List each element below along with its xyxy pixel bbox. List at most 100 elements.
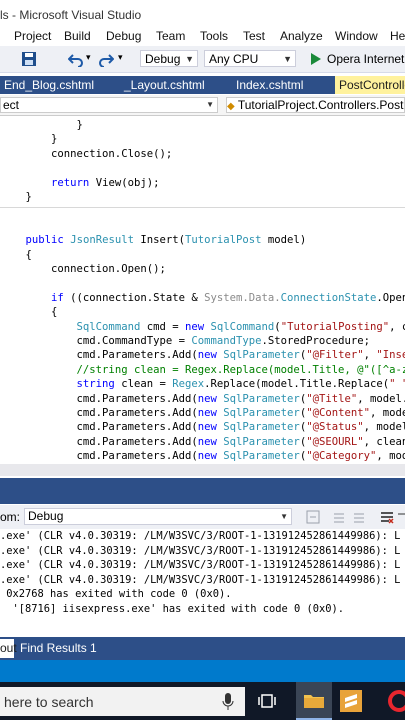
tab-label: out [0,641,17,655]
code-token: SqlParameter [223,392,300,405]
editor-horizontal-scrollbar[interactable] [0,464,405,476]
code-token: cmd.Parameters.Add( [76,450,198,463]
code-token: "@Category" [306,450,377,463]
chevron-down-icon: ▼ [206,100,214,109]
code-token: SqlParameter [223,349,300,362]
menu-tools[interactable]: Tools [200,29,228,43]
tab-find-results[interactable]: Find Results 1 [16,639,97,658]
code-token: new [197,450,217,463]
menu-project[interactable]: Project [14,29,51,43]
tab-output[interactable]: out [0,639,17,658]
code-token: cmd.Parameters.Add( [76,392,198,405]
menu-bar: Project Build Debug Team Tools Test Anal… [0,26,405,46]
code-line: if ((connection.State & System.Data.Conn… [0,291,405,305]
find-message-icon[interactable] [306,510,320,524]
tab-index[interactable]: Index.cshtml [232,76,331,94]
code-token: "@Status" [306,421,364,434]
solution-configuration-dropdown[interactable]: Debug ▼ [140,50,198,67]
task-view-icon[interactable] [258,693,276,709]
code-line: public JsonResult Insert(TutorialPost mo… [0,233,307,247]
code-token: TutorialPost [185,234,262,247]
save-icon[interactable] [22,52,36,66]
window-title: ls - Microsoft Visual Studio [0,8,142,22]
code-token: "@Content" [306,407,370,419]
taskbar-search-box[interactable]: here to search [0,687,245,716]
folder-icon [304,695,324,708]
type-dropdown[interactable]: ◆ TutorialProject.Controllers.PostCon [226,97,405,113]
clear-all-icon[interactable] [380,510,394,524]
code-line: return View(obj); [0,176,159,190]
code-token: .Open) [376,291,405,304]
redo-dropdown-icon[interactable]: ▾ [118,52,123,63]
code-token: .Replace(model.Title.Replace( [204,378,390,391]
menu-build[interactable]: Build [64,29,91,43]
next-message-icon[interactable] [352,510,366,524]
platform-value: Any CPU [209,52,259,66]
output-pane[interactable]: .exe' (CLR v4.0.30319: /LM/W3SVC/3/ROOT-… [0,529,405,637]
code-token: , clean) [363,435,405,448]
tab-post-controller[interactable]: PostControlle [335,76,405,94]
opera-icon [388,690,405,712]
undo-dropdown-icon[interactable]: ▾ [86,52,91,63]
tab-label: Find Results 1 [20,641,97,655]
code-token: new [197,407,217,419]
code-token: ConnectionState [280,291,377,304]
code-token: SqlCommand [76,320,141,333]
tab-end-blog[interactable]: End_Blog.cshtml [0,76,114,94]
output-source-value: Debug [28,509,64,523]
previous-message-icon[interactable] [332,510,346,524]
code-token: SqlParameter [223,435,300,448]
output-line: .exe' (CLR v4.0.30319: /LM/W3SVC/3/ROOT-… [0,559,401,571]
code-editor[interactable]: } } connection.Close(); return View(obj)… [0,116,405,464]
start-debugging-button[interactable]: Opera Internet B [327,52,405,66]
project-dropdown[interactable]: ect ▼ [0,97,218,113]
menu-test[interactable]: Test [243,29,265,43]
file-explorer-taskbar-button[interactable] [296,682,332,720]
menu-team[interactable]: Team [156,29,185,43]
code-token: , model [369,407,405,419]
opera-taskbar-button[interactable] [388,690,405,712]
code-token: System.Data. [204,291,281,304]
output-source-dropdown[interactable]: Debug ▼ [24,508,292,525]
microphone-icon[interactable] [222,693,234,711]
code-token: CommandType [191,335,262,347]
code-line: string clean = Regex.Replace(model.Title… [0,377,405,391]
code-token: cmd = [140,320,185,333]
tab-layout[interactable]: _Layout.cshtml [120,76,224,94]
code-token: , mode [376,450,405,463]
project-dropdown-value: ect [3,98,20,112]
chevron-down-icon: ▼ [185,54,194,64]
code-line: cmd.Parameters.Add(new SqlParameter("@Fi… [0,348,405,362]
code-token: SqlParameter [223,450,300,463]
code-line: //string clean = Regex.Replace(model.Tit… [0,363,405,377]
redo-icon[interactable] [98,51,114,67]
undo-icon[interactable] [68,51,84,67]
tool-window-tabs: out Find Results 1 [0,637,405,660]
chevron-down-icon: ▼ [283,54,292,64]
standard-toolbar: ▾ ▾ Debug ▼ Any CPU ▼ Opera Internet B [0,46,405,73]
menu-help[interactable]: He [390,29,405,43]
sublime-text-icon [345,694,357,708]
menu-debug[interactable]: Debug [106,29,141,43]
solution-platform-dropdown[interactable]: Any CPU ▼ [204,50,296,67]
code-line: cmd.Parameters.Add(new SqlParameter("@Ti… [0,392,405,406]
code-token: new [197,349,217,362]
sublime-text-taskbar-button[interactable] [340,690,362,712]
code-line: cmd.Parameters.Add(new SqlParameter("@Co… [0,406,405,420]
menu-analyze[interactable]: Analyze [280,29,323,43]
code-token: cmd.Parameters.Add( [76,435,198,448]
start-play-icon[interactable] [311,53,321,65]
output-line: '[8716] iisexpress.exe' has exited with … [0,602,345,615]
menu-window[interactable]: Window [335,29,378,43]
word-wrap-icon[interactable] [398,510,405,524]
